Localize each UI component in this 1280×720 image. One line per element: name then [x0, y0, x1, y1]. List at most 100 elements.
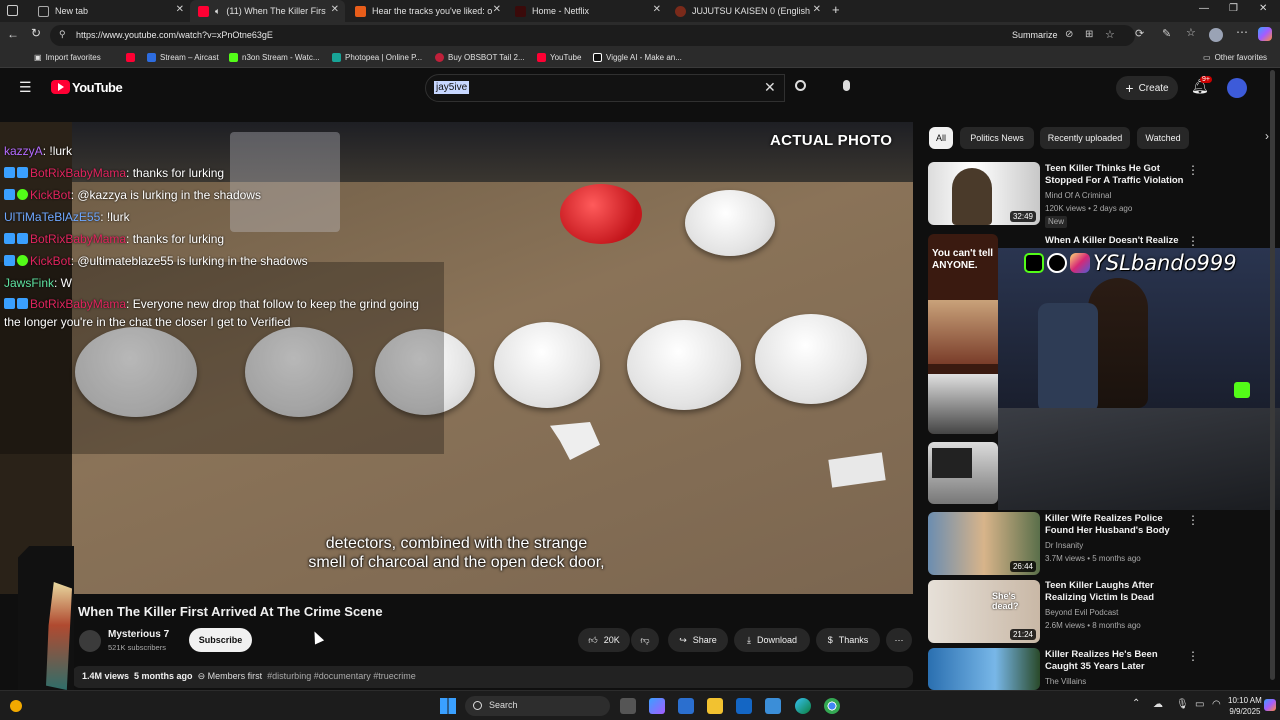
edge-icon[interactable]: [795, 698, 811, 714]
rec-thumbnail[interactable]: 26:44: [928, 512, 1040, 575]
minimize-icon[interactable]: —: [1199, 3, 1209, 14]
hashtags[interactable]: #disturbing #documentary #truecrime: [267, 671, 416, 681]
favorite-viggle[interactable]: Viggle AI - Make an...: [593, 53, 682, 62]
close-icon[interactable]: ✕: [813, 4, 821, 15]
close-icon[interactable]: ✕: [176, 4, 184, 15]
favorite-import[interactable]: ▣ Import favorites: [34, 53, 101, 62]
rec-title[interactable]: Killer Wife Realizes Police Found Her Hu…: [1045, 513, 1185, 537]
dislike-button[interactable]: 👎︎: [631, 628, 659, 652]
chip-politics-news[interactable]: Politics News: [960, 127, 1034, 149]
favorite-youtube-dot[interactable]: [126, 53, 135, 62]
microphone-icon[interactable]: [843, 80, 850, 91]
profile-avatar[interactable]: [1209, 28, 1223, 42]
extensions-icon[interactable]: ⟳: [1135, 27, 1144, 40]
share-button[interactable]: ↪ Share: [668, 628, 728, 652]
favorite-obsbot[interactable]: Buy OBSBOT Tail 2...: [435, 53, 525, 62]
rec-more-icon[interactable]: ⋮: [1187, 234, 1199, 248]
microphone-icon[interactable]: 🎙︎: [1176, 699, 1189, 710]
rec-thumbnail[interactable]: She's dead? 21:24: [928, 580, 1040, 643]
app-tray-icon[interactable]: ☁: [1153, 699, 1163, 710]
widgets-icon[interactable]: [10, 700, 22, 712]
refresh-icon[interactable]: ↻: [31, 26, 41, 40]
restore-icon[interactable]: ❐: [1229, 3, 1238, 14]
create-button[interactable]: + Create: [1116, 76, 1178, 100]
rec-thumbnail[interactable]: You can't tell ANYONE.: [928, 234, 998, 434]
photos-icon[interactable]: [765, 698, 781, 714]
outlook-icon[interactable]: [736, 698, 752, 714]
chip-recently-uploaded[interactable]: Recently uploaded: [1040, 127, 1130, 149]
other-favorites[interactable]: ▭ Other favorites: [1203, 53, 1267, 62]
rec-thumbnail[interactable]: [928, 442, 998, 504]
favorite-star-icon[interactable]: ☆: [1105, 28, 1115, 41]
tab-spotify[interactable]: Hear the tracks you've liked: on S... ✕: [347, 0, 507, 22]
apps-icon[interactable]: ⊞: [1085, 29, 1093, 40]
favorite-n3on[interactable]: n3on Stream - Watc...: [229, 53, 320, 62]
account-avatar[interactable]: [1227, 78, 1247, 98]
file-explorer-icon[interactable]: [707, 698, 723, 714]
favorites-icon[interactable]: ☆: [1186, 26, 1196, 39]
rec-channel[interactable]: Mind Of A Criminal: [1045, 190, 1111, 202]
summarize-button[interactable]: Summarize: [1012, 30, 1058, 40]
tab-youtube[interactable]: 🔈︎ (11) When The Killer First Ar... ✕: [190, 0, 345, 22]
search-input[interactable]: jay5ive ✕: [425, 74, 785, 102]
tab-new[interactable]: New tab ✕: [30, 0, 190, 22]
hamburger-menu-icon[interactable]: ☰: [19, 79, 32, 96]
clear-search-icon[interactable]: ✕: [764, 79, 776, 96]
speaker-icon[interactable]: 🔈︎: [215, 6, 220, 17]
url-box[interactable]: ⚲ https://www.youtube.com/watch?v=xPnOtn…: [50, 25, 1135, 46]
chevron-up-icon[interactable]: ⌃: [1132, 698, 1140, 709]
tab-actions-icon[interactable]: [7, 5, 18, 16]
close-window-icon[interactable]: ✕: [1259, 3, 1267, 14]
download-button[interactable]: ⤓ Download: [734, 628, 810, 652]
subscribe-button[interactable]: Subscribe: [189, 628, 252, 652]
start-windows-icon[interactable]: [440, 698, 456, 714]
rec-channel[interactable]: Dr Insanity: [1045, 540, 1083, 552]
rec-title[interactable]: Killer Realizes He's Been Caught 35 Year…: [1045, 649, 1185, 673]
store-icon[interactable]: [678, 698, 694, 714]
chip-watched[interactable]: Watched: [1137, 127, 1189, 149]
display-icon[interactable]: ▭: [1195, 699, 1204, 710]
rec-thumbnail[interactable]: [928, 648, 1040, 690]
copilot-icon[interactable]: [649, 698, 665, 714]
url-text[interactable]: https://www.youtube.com/watch?v=xPnOtne6…: [76, 30, 273, 40]
rec-more-icon[interactable]: ⋮: [1187, 649, 1199, 663]
close-icon[interactable]: ✕: [653, 4, 661, 15]
channel-avatar[interactable]: [79, 630, 101, 652]
rec-title[interactable]: Teen Killer Laughs After Realizing Victi…: [1045, 580, 1185, 604]
thanks-button[interactable]: $ Thanks: [816, 628, 880, 652]
chip-all[interactable]: All: [929, 127, 953, 149]
rec-title[interactable]: When A Killer Doesn't Realize: [1045, 235, 1185, 247]
copilot-icon[interactable]: [1258, 27, 1272, 41]
task-view-icon[interactable]: [620, 698, 636, 714]
video-player[interactable]: kazzyA: !lurk BotRixBabyMama: thanks for…: [0, 122, 913, 594]
wifi-icon[interactable]: ◠: [1212, 699, 1221, 710]
more-actions-button[interactable]: ⋯: [886, 628, 912, 652]
favorite-photopea[interactable]: Photopea | Online P...: [332, 53, 422, 62]
tab-crunchyroll[interactable]: JUJUTSU KAISEN 0 (English Dub)... ✕: [667, 0, 827, 22]
description-box[interactable]: 1.4M views 5 months ago ⊖ Members first …: [72, 666, 913, 688]
rec-channel[interactable]: The Villains: [1045, 676, 1086, 688]
channel-name[interactable]: Mysterious 7: [108, 629, 169, 640]
rec-title[interactable]: Teen Killer Thinks He Got Stopped For A …: [1045, 163, 1185, 187]
favorite-aircast[interactable]: Stream – Aircast: [147, 53, 219, 62]
chip-next-icon[interactable]: ›: [1265, 129, 1269, 143]
close-icon[interactable]: ✕: [331, 4, 339, 15]
youtube-logo[interactable]: YouTube: [72, 80, 123, 95]
puzzle-icon[interactable]: ✎: [1162, 27, 1171, 40]
tab-netflix[interactable]: Home - Netflix ✕: [507, 0, 667, 22]
new-tab-button[interactable]: +: [832, 2, 840, 17]
taskbar-search[interactable]: Search: [465, 696, 610, 716]
rec-thumbnail[interactable]: 32:49: [928, 162, 1040, 225]
close-icon[interactable]: ✕: [493, 4, 501, 15]
back-icon[interactable]: ←: [7, 27, 19, 41]
favorite-youtube[interactable]: YouTube: [537, 53, 581, 62]
search-value[interactable]: jay5ive: [434, 81, 470, 94]
clock[interactable]: 10:10 AM 9/9/2025: [1228, 695, 1262, 717]
rec-more-icon[interactable]: ⋮: [1187, 163, 1199, 177]
copilot-tray-icon[interactable]: [1264, 699, 1276, 711]
scrollbar[interactable]: [1270, 70, 1275, 680]
read-aloud-icon[interactable]: ⊘: [1065, 29, 1073, 40]
like-button[interactable]: 👍︎ 20K: [578, 628, 630, 652]
more-icon[interactable]: ⋯: [1236, 25, 1248, 39]
rec-more-icon[interactable]: ⋮: [1187, 513, 1199, 527]
